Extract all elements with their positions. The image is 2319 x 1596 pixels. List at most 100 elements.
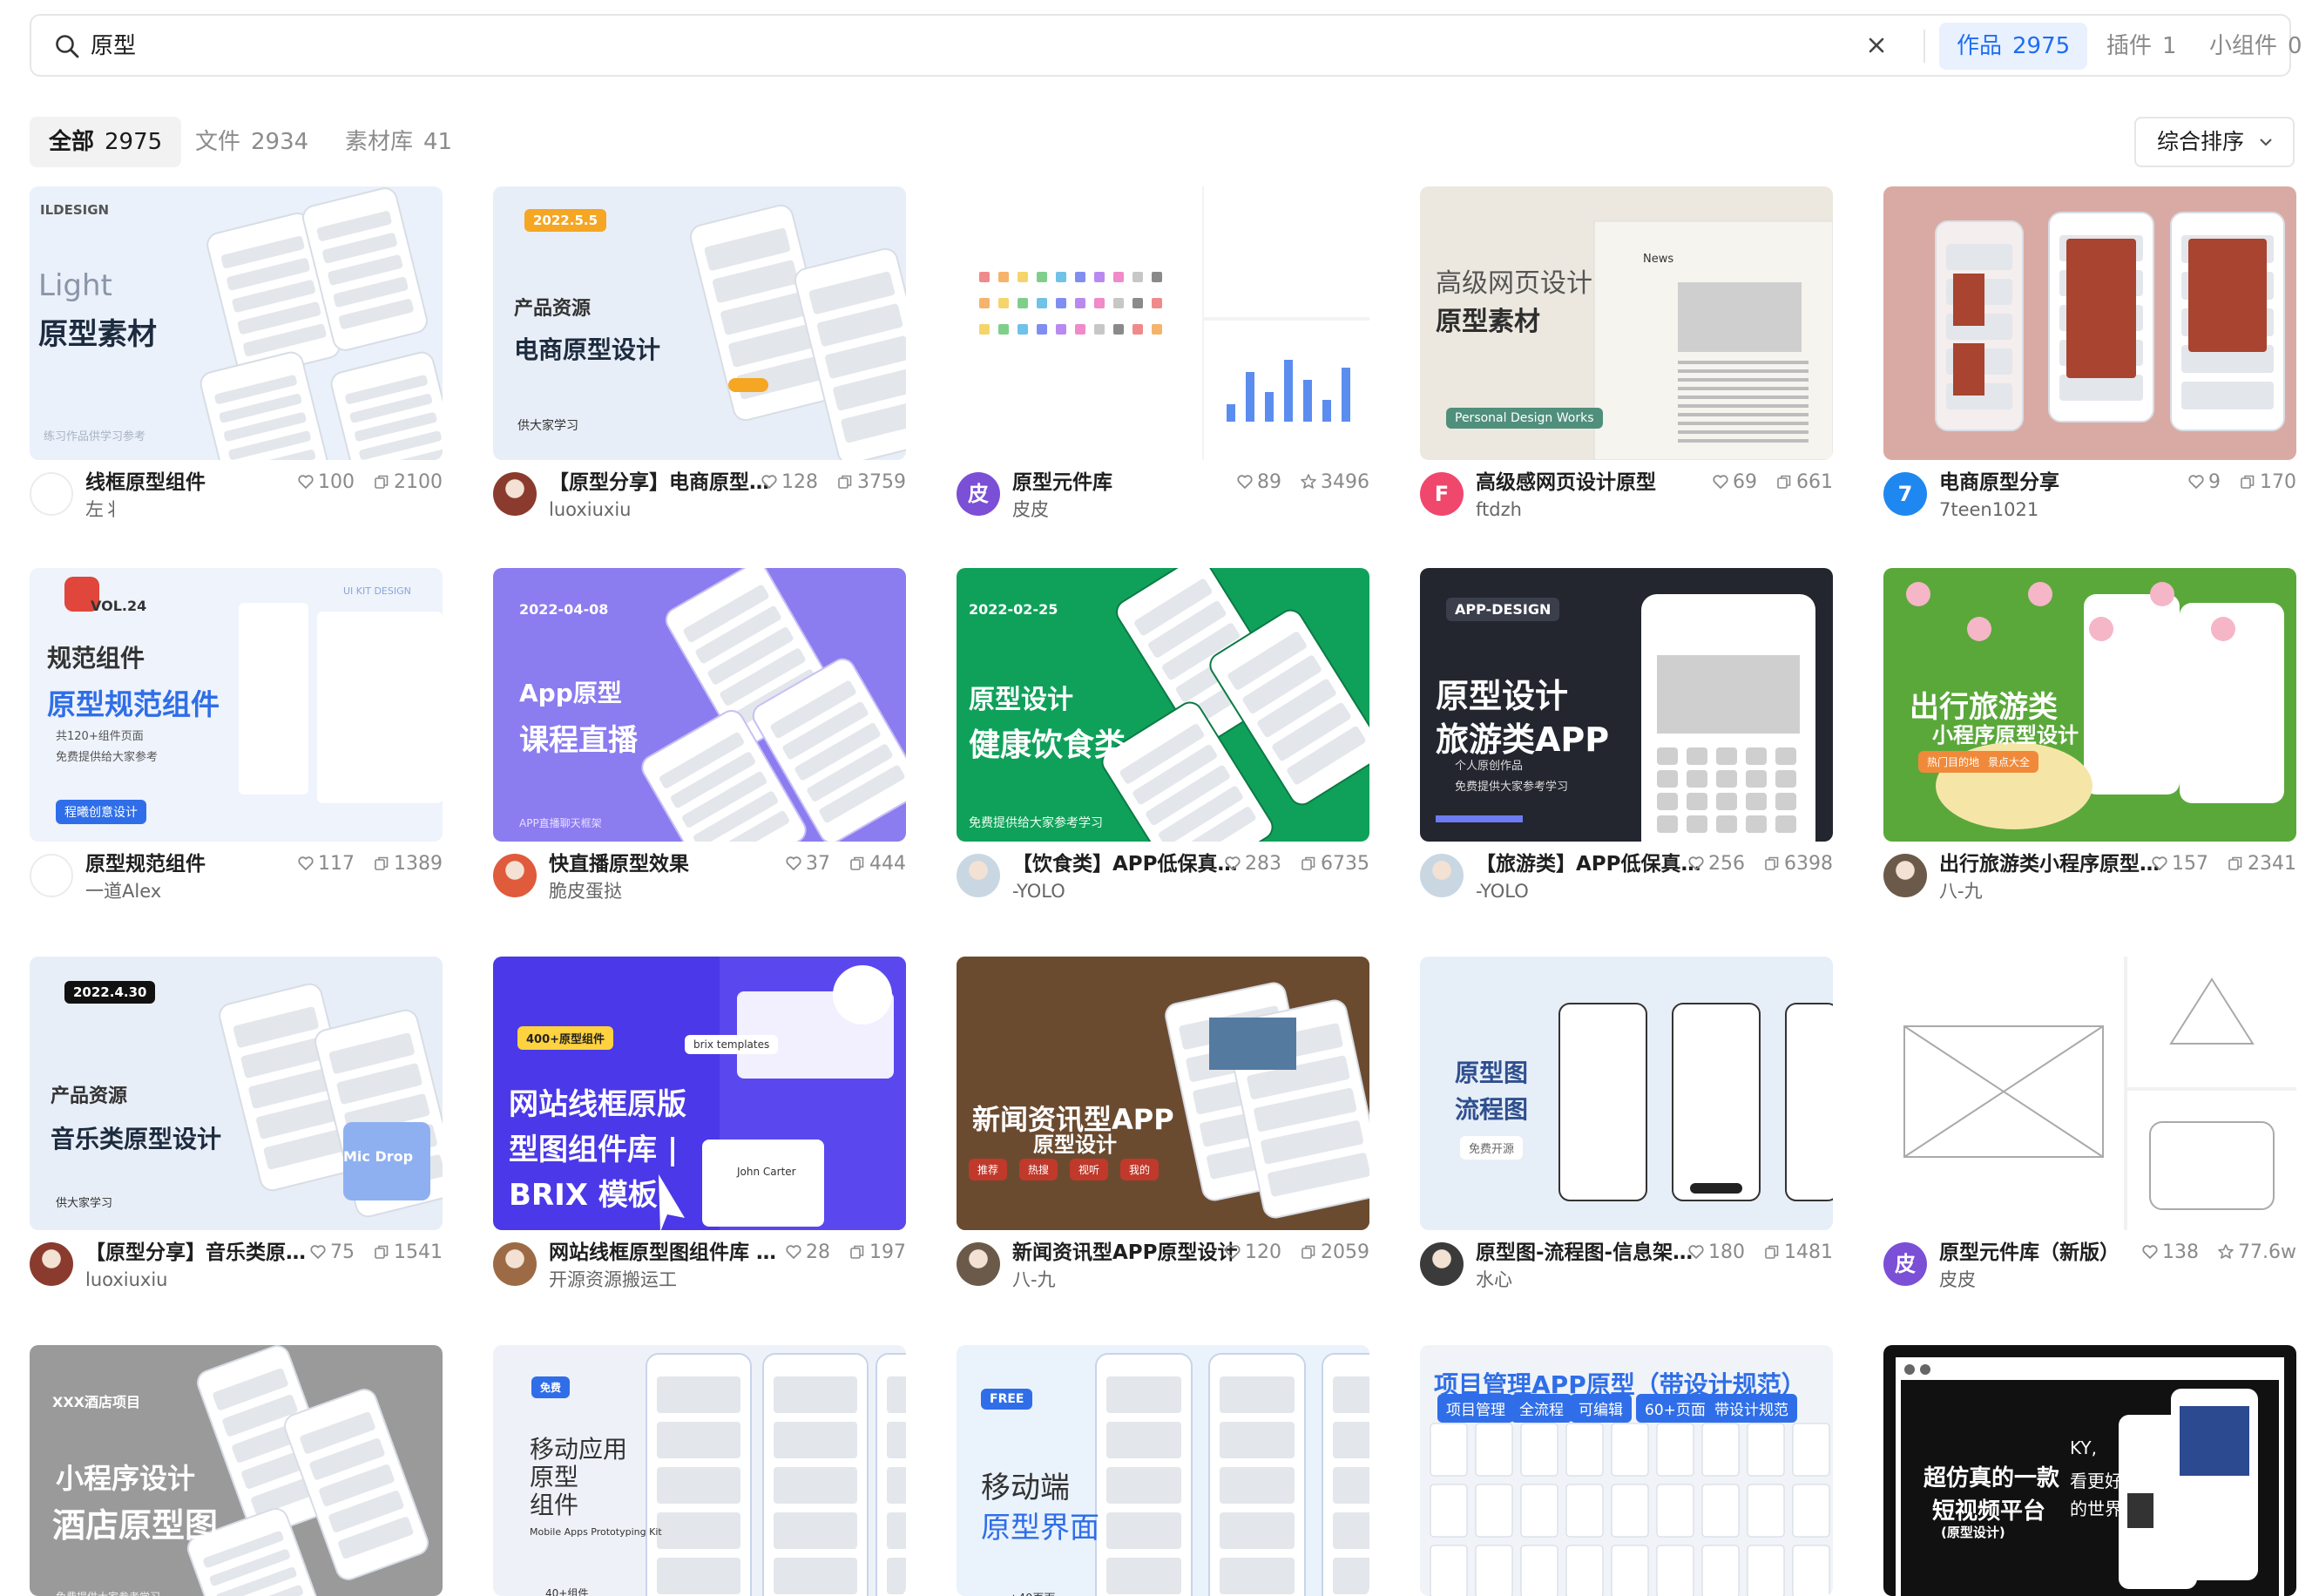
card-thumbnail[interactable] [957,186,1369,460]
card-title[interactable]: 【原型分享】音乐类原型设计 [85,1239,314,1267]
card-thumbnail[interactable]: VOL.24 规范组件 原型规范组件 共120+组件页面 免费提供给大家参考 程曦创意设计… [30,568,443,842]
card-author[interactable]: luoxiuxiu [85,1267,168,1293]
card-title[interactable]: 原型元件库 [1012,469,1112,497]
card-title[interactable]: 原型图-流程图-信息架构图 [1476,1239,1704,1267]
search-input[interactable]: 原型 [91,31,136,61]
card-author[interactable]: -YOLO [1476,878,1529,904]
card-title[interactable]: 高级感网页设计原型 [1476,469,1656,497]
filter-tab-files[interactable]: 文件 2934 [176,117,328,167]
second-stat[interactable]: 3759 [836,469,906,497]
filter-tab-all[interactable]: 全部 2975 [30,117,182,167]
card-thumbnail[interactable]: 原型图 流程图 免费开源 [1420,957,1833,1230]
second-stat[interactable]: 444 [848,850,906,878]
author-avatar[interactable] [1883,854,1927,897]
likes-stat[interactable]: 128 [761,469,818,497]
card-title[interactable]: 【饮食类】APP低保真原型 [1012,850,1241,878]
author-avatar[interactable] [30,854,73,897]
card-author[interactable]: 八-九 [1012,1267,1056,1293]
author-avatar[interactable] [1420,1242,1464,1286]
likes-stat[interactable]: 283 [1224,850,1281,878]
likes-stat[interactable]: 100 [297,469,355,497]
likes-stat[interactable]: 138 [2141,1239,2199,1267]
second-stat[interactable]: 77.6w [2217,1239,2296,1267]
scope-tab-works[interactable]: 作品 2975 [1939,23,2088,70]
card-author[interactable]: 一道Alex [85,878,161,904]
second-stat[interactable]: 1389 [373,850,443,878]
card-thumbnail[interactable]: 2022-04-08 App原型 课程直播 APP直播聊天框架 [493,568,906,842]
card-title[interactable]: 线框原型组件 [85,469,206,497]
author-avatar[interactable] [957,854,1000,897]
card-thumbnail[interactable]: 2022.4.30 产品资源 音乐类原型设计 供大家学习 Mic Drop [30,957,443,1230]
sort-dropdown[interactable]: 综合排序 [2134,117,2295,167]
second-stat[interactable]: 2059 [1300,1239,1369,1267]
author-avatar[interactable] [1420,854,1464,897]
card-author[interactable]: 皮皮 [1012,497,1049,523]
likes-stat[interactable]: 256 [1687,850,1745,878]
card-author[interactable]: -YOLO [1012,878,1065,904]
author-avatar[interactable] [30,472,73,516]
card-title[interactable]: 【原型分享】电商原型设计 [549,469,777,497]
card-thumbnail[interactable]: 2022.5.5 产品资源 电商原型设计 供大家学习 [493,186,906,460]
second-stat[interactable]: 1541 [373,1239,443,1267]
card-thumbnail[interactable]: 2022-02-25 原型设计 健康饮食类 免费提供给大家参考学习 [957,568,1369,842]
card-title[interactable]: 【旅游类】APP低保真原型 [1476,850,1704,878]
author-avatar[interactable]: 皮 [1883,1242,1927,1286]
second-stat[interactable]: 2341 [2227,850,2296,878]
card-thumbnail[interactable]: 出行旅游类 小程序原型设计 热门目的地 景点大全 [1883,568,2296,842]
card-thumbnail[interactable]: FREE 移动端原型界面 +40页面 [957,1345,1369,1596]
likes-stat[interactable]: 69 [1712,469,1757,497]
author-avatar[interactable] [957,1242,1000,1286]
card-thumbnail[interactable]: APP-DESIGN 原型设计 旅游类APP 个人原创作品 免费提供大家参考学习 [1420,568,1833,842]
card-thumbnail[interactable]: 400+原型组件 网站线框原版 型图组件库 | BRIX 模板 brix templat… [493,957,906,1230]
filter-tab-libraries[interactable]: 素材库 41 [326,117,471,167]
card-thumbnail[interactable]: 免费 移动应用 原型 组件 Mobile Apps Prototyping Kit 40+… [493,1345,906,1596]
likes-stat[interactable]: 89 [1236,469,1281,497]
card-author[interactable]: 八-九 [1939,878,1983,904]
author-avatar[interactable] [493,854,537,897]
second-stat[interactable]: 661 [1775,469,1833,497]
author-avatar[interactable]: F [1420,472,1464,516]
card-thumbnail[interactable]: 超仿真的一款 短视频平台 (原型设计) KY, 看更好 的世界 KY [1883,1345,2296,1596]
card-author[interactable]: luoxiuxiu [549,497,632,523]
card-title[interactable]: 网站线框原型图组件库 | BRIX模板 [549,1239,777,1267]
card-title[interactable]: 原型元件库（新版） [1939,1239,2120,1267]
card-author[interactable]: 开源资源搬运工 [549,1267,677,1293]
card-thumbnail[interactable]: ILDESIGN Light 原型素材 练习作品供学习参考 [30,186,443,460]
author-avatar[interactable] [493,472,537,516]
scope-tab-plugins[interactable]: 插件 1 [2089,23,2194,70]
likes-stat[interactable]: 75 [309,1239,355,1267]
second-stat[interactable]: 6735 [1300,850,1369,878]
card-thumbnail[interactable]: XXX酒店项目小程序设计酒店原型图免费提供大家参考学习 [30,1345,443,1596]
card-author[interactable]: ftdzh [1476,497,1522,523]
likes-stat[interactable]: 157 [2151,850,2208,878]
card-thumbnail[interactable]: 项目管理APP原型（带设计规范） 项目管理 全流程 可编辑 60+页面 带设计规范 [1420,1345,1833,1596]
card-thumbnail[interactable] [1883,186,2296,460]
card-thumbnail[interactable]: 高级网页设计 原型素材 Personal Design Works News [1420,186,1833,460]
card-author[interactable]: 皮皮 [1939,1267,1976,1293]
card-title[interactable]: 新闻资讯型APP原型设计 [1012,1239,1238,1267]
card-title[interactable]: 快直播原型效果 [549,850,689,878]
second-stat[interactable]: 2100 [373,469,443,497]
author-avatar[interactable] [493,1242,537,1286]
second-stat[interactable]: 170 [2239,469,2296,497]
likes-stat[interactable]: 9 [2187,469,2221,497]
card-author[interactable]: 7teen1021 [1939,497,2038,523]
card-author[interactable]: 脆皮蛋挞 [549,878,622,904]
card-author[interactable]: 左丬 [85,497,122,523]
likes-stat[interactable]: 37 [785,850,830,878]
scope-tab-widgets[interactable]: 小组件 0 [2192,23,2319,70]
likes-stat[interactable]: 117 [297,850,355,878]
author-avatar[interactable] [30,1242,73,1286]
author-avatar[interactable]: 皮 [957,472,1000,516]
author-avatar[interactable]: 7 [1883,472,1927,516]
card-author[interactable]: 水心 [1476,1267,1512,1293]
card-thumbnail[interactable]: 新闻资讯型APP 原型设计 推荐 热搜 视听 我的 [957,957,1369,1230]
second-stat[interactable]: 1481 [1763,1239,1833,1267]
second-stat[interactable]: 6398 [1763,850,1833,878]
card-title[interactable]: 原型规范组件 [85,850,206,878]
card-title[interactable]: 电商原型分享 [1939,469,2059,497]
likes-stat[interactable]: 28 [785,1239,830,1267]
second-stat[interactable]: 197 [848,1239,906,1267]
likes-stat[interactable]: 180 [1687,1239,1745,1267]
card-thumbnail[interactable] [1883,957,2296,1230]
